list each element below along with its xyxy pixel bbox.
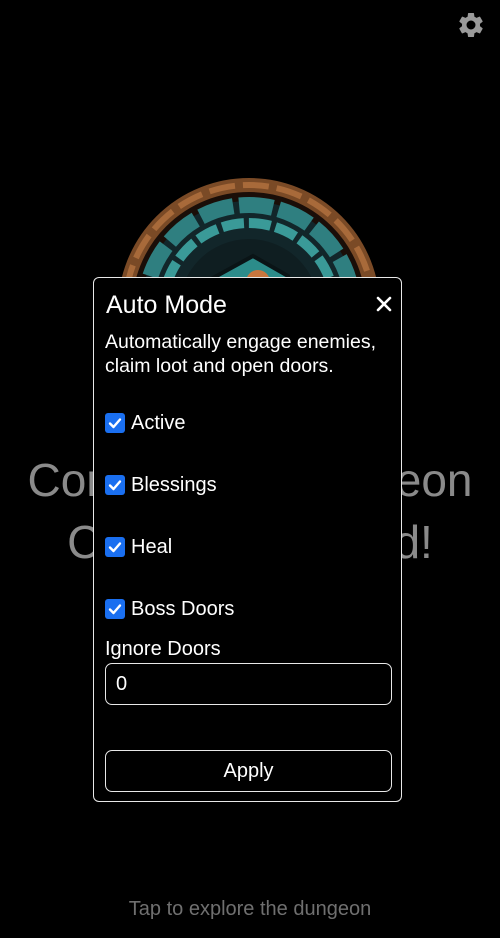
option-label: Blessings [131,473,217,496]
checkmark-icon [108,604,122,615]
option-blessings[interactable]: Blessings [105,473,217,497]
blessings-checkbox[interactable] [105,475,125,495]
checkmark-icon [108,418,122,429]
checkmark-icon [108,542,122,553]
gear-icon [459,12,483,38]
option-heal[interactable]: Heal [105,535,172,559]
heal-checkbox[interactable] [105,537,125,557]
settings-button[interactable] [456,10,486,40]
dialog-description: Automatically engage enemies, claim loot… [105,331,376,377]
ignore-doors-label: Ignore Doors [105,638,221,660]
close-icon [376,296,392,312]
option-label: Boss Doors [131,597,235,620]
option-label: Active [131,411,186,434]
tap-hint[interactable]: Tap to explore the dungeon [0,898,500,921]
active-checkbox[interactable] [105,413,125,433]
option-boss-doors[interactable]: Boss Doors [105,597,234,621]
dialog-title: Auto Mode [106,291,227,319]
close-button[interactable] [374,294,394,314]
boss-doors-checkbox[interactable] [105,599,125,619]
checkmark-icon [108,480,122,491]
option-label: Heal [131,535,173,558]
ignore-doors-input[interactable] [105,663,392,705]
auto-mode-dialog: Auto Mode Automatically engage enemies, … [93,277,402,802]
apply-button[interactable]: Apply [105,750,392,792]
option-active[interactable]: Active [105,411,185,435]
